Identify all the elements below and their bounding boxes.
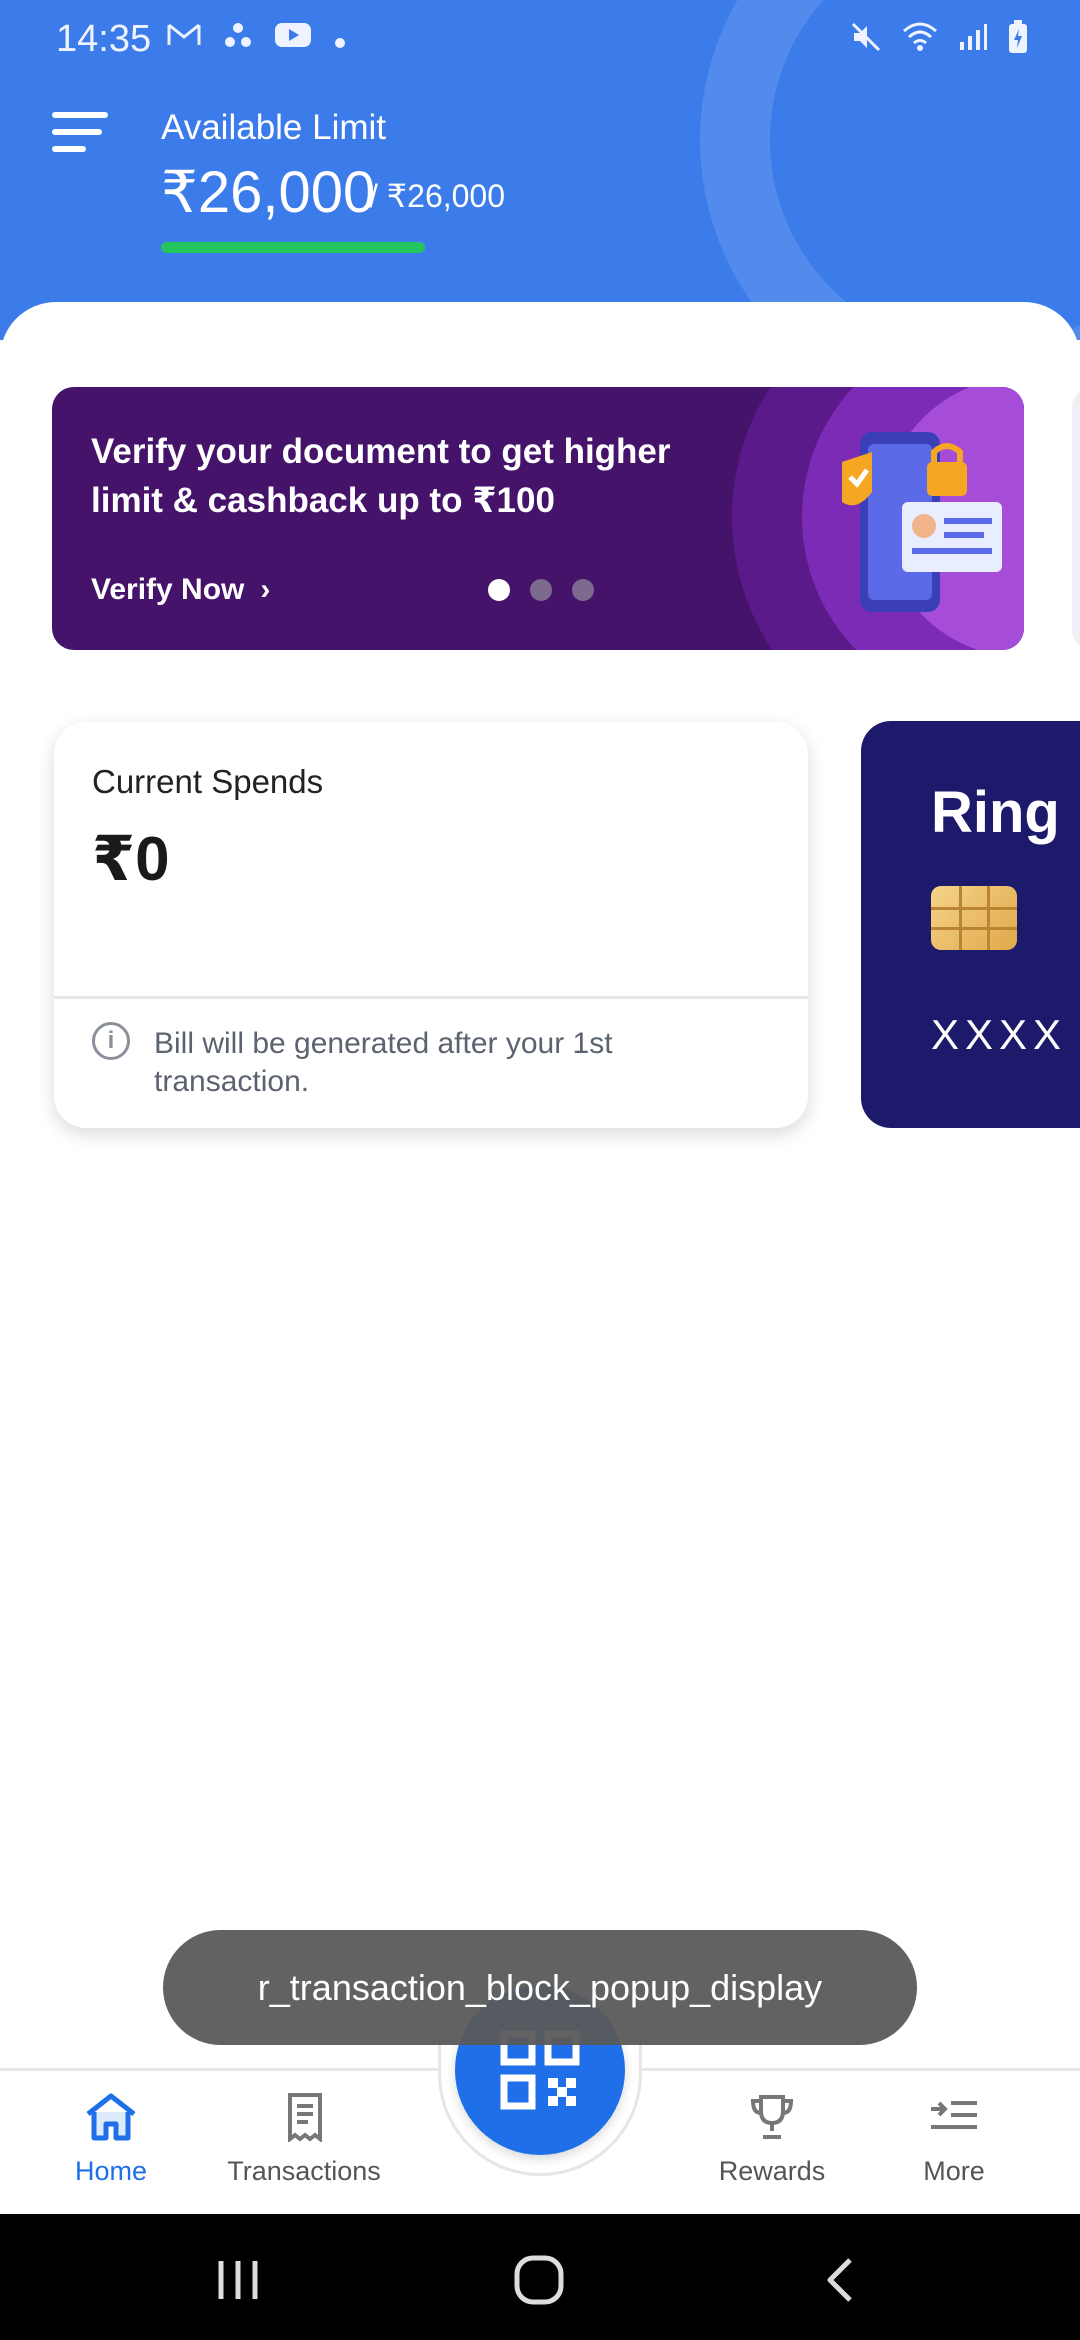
more-list-icon (925, 2088, 983, 2146)
carousel-indicator (488, 579, 594, 601)
total-limit-amount: / ₹26,000 (369, 178, 506, 214)
verify-now-button[interactable]: Verify Now › (91, 573, 270, 607)
nav-item-transactions[interactable]: Transactions (204, 2088, 404, 2187)
nav-label-rewards: Rewards (718, 2156, 826, 2186)
card-number: XXXX X (931, 1011, 1080, 1058)
home-icon (82, 2088, 140, 2146)
bill-info-text: Bill will be generated after your 1st tr… (154, 1027, 613, 1098)
back-icon[interactable] (810, 2250, 870, 2310)
status-left-icons (166, 20, 346, 57)
promo-banner[interactable]: Verify your document to get higher limit… (52, 387, 1024, 650)
nav-item-rewards[interactable]: Rewards (672, 2088, 872, 2187)
recents-icon[interactable] (208, 2250, 268, 2310)
promo-text: Verify your document to get higher limit… (91, 432, 671, 520)
verify-now-label: Verify Now (91, 573, 245, 606)
ring-logo: Ring (931, 780, 1060, 845)
nav-item-home[interactable]: Home (11, 2088, 211, 2187)
mute-icon (850, 21, 882, 61)
network-icon (224, 20, 252, 57)
receipt-icon (275, 2088, 333, 2146)
document-verification-illustration (842, 432, 1002, 612)
current-spends-label: Current Spends (92, 763, 324, 800)
chevron-right-icon: › (260, 573, 271, 606)
nav-label-transactions: Transactions (227, 2156, 381, 2186)
home-button-icon[interactable] (509, 2250, 569, 2310)
available-limit-amount: ₹26,000 (161, 160, 376, 225)
current-spends-card[interactable]: Current Spends ₹0 i Bill will be generat… (54, 722, 808, 1128)
nav-label-home: Home (74, 2156, 148, 2186)
wifi-icon (902, 21, 938, 61)
status-time: 14:35 (56, 18, 152, 60)
status-bar: 14:35 (0, 0, 1080, 84)
ring-credit-card[interactable]: Ring XXXX X (861, 721, 1080, 1128)
battery-icon (1008, 20, 1028, 62)
next-banner-peek[interactable] (1072, 387, 1080, 650)
nav-item-more[interactable]: More (854, 2088, 1054, 2187)
signal-icon (958, 22, 988, 60)
carousel-dot[interactable] (530, 579, 552, 601)
nav-label-more: More (923, 2156, 985, 2186)
divider (54, 996, 808, 999)
youtube-icon (274, 20, 312, 57)
current-spends-value: ₹0 (92, 825, 170, 894)
card-chip-icon (931, 886, 1017, 950)
system-navigation-bar (0, 2214, 1080, 2340)
toast-message: r_transaction_block_popup_display (163, 1930, 917, 2045)
info-icon: i (92, 1022, 130, 1060)
gmail-icon (166, 20, 202, 57)
menu-icon[interactable] (52, 112, 108, 156)
dot-icon (334, 20, 346, 57)
carousel-dot[interactable] (572, 579, 594, 601)
trophy-icon (743, 2088, 801, 2146)
available-limit-label: Available Limit (161, 108, 387, 147)
limit-progress-fill (161, 242, 425, 253)
carousel-dot[interactable] (488, 579, 510, 601)
status-right-icons (850, 20, 1028, 62)
limit-progress-bar (161, 242, 425, 253)
